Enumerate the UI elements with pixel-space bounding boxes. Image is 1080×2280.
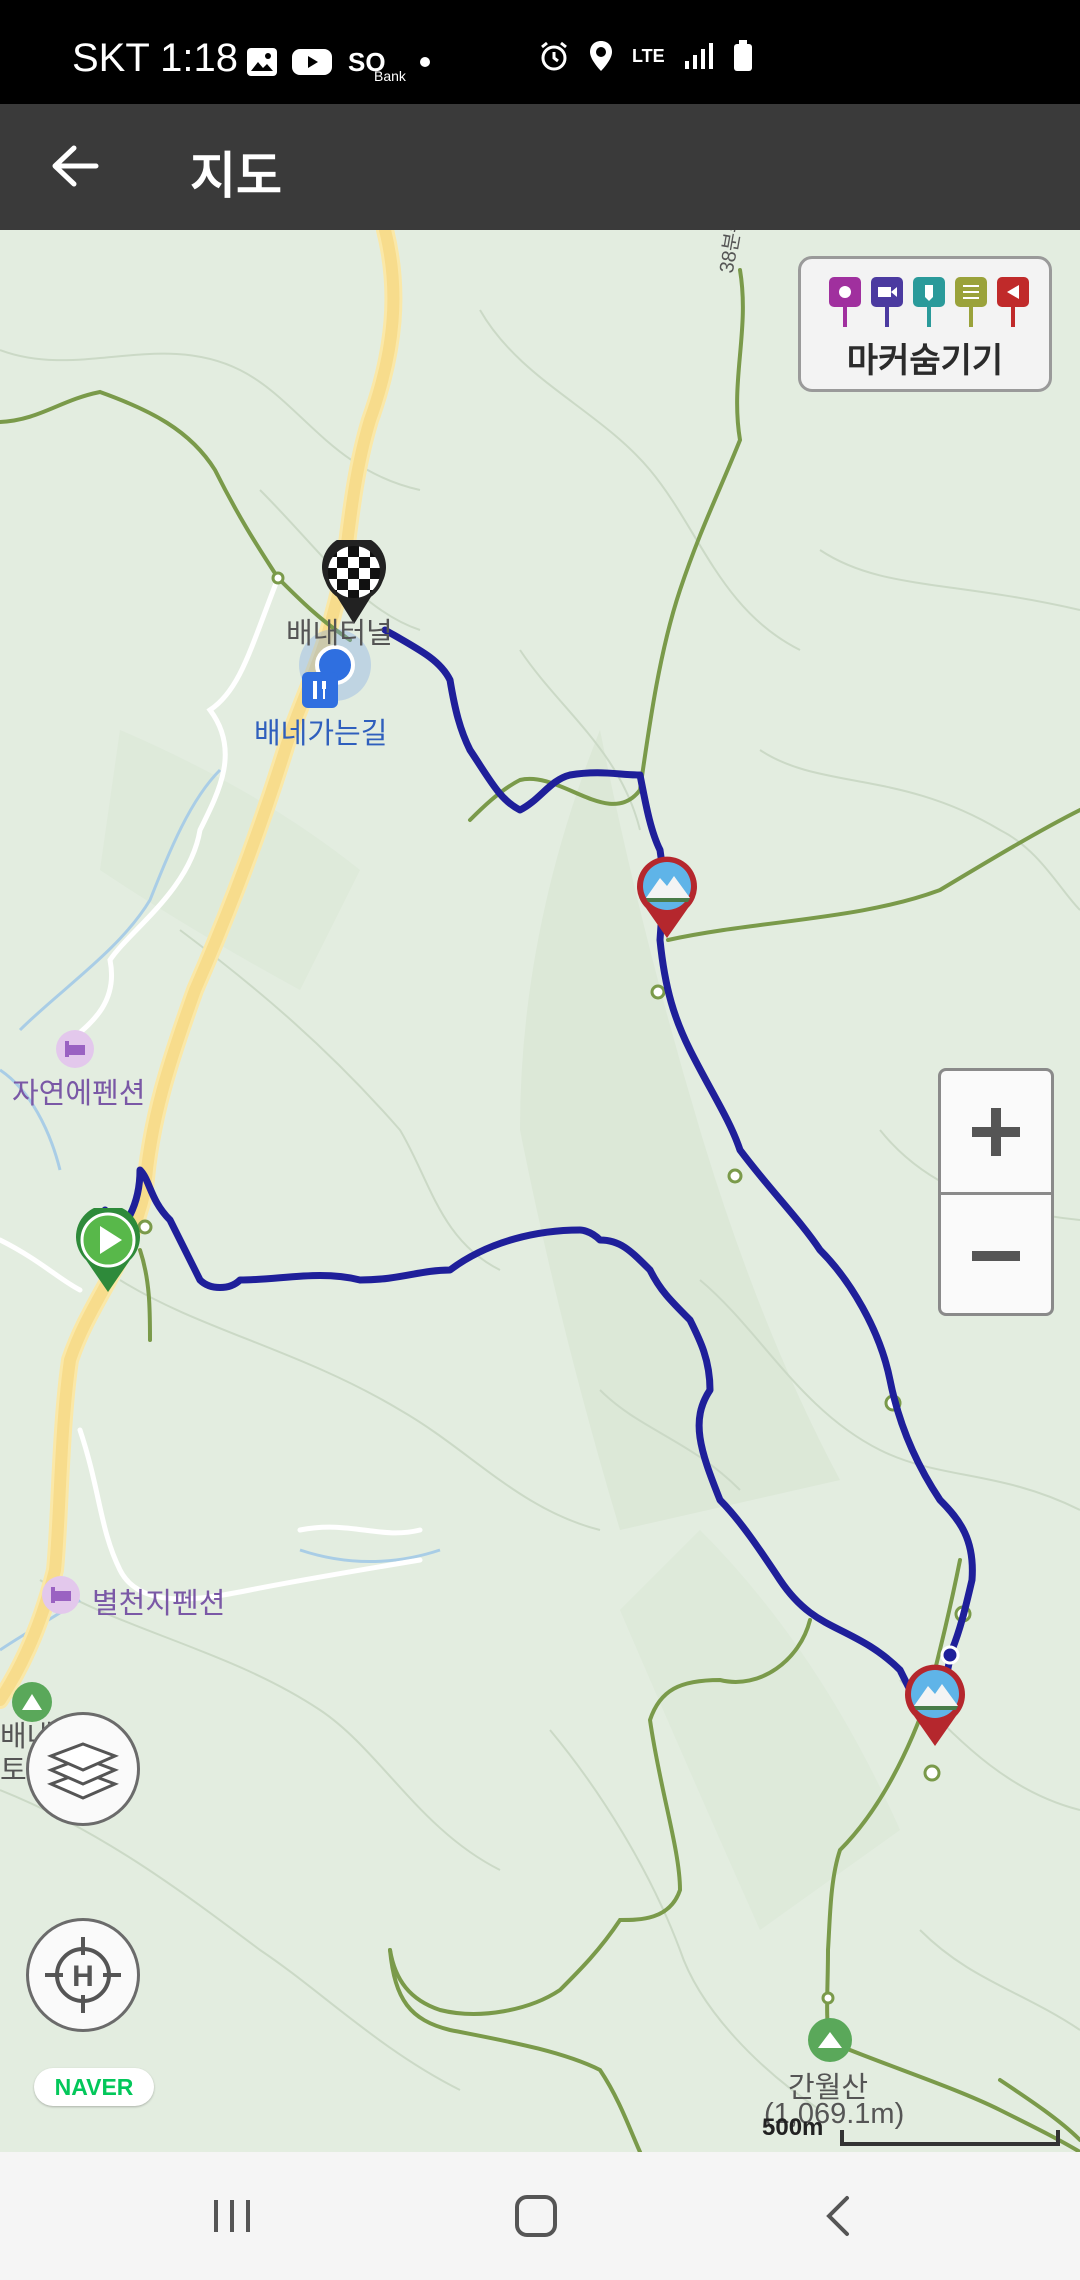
system-nav-bar — [0, 2152, 1080, 2280]
mountain-peak-poi[interactable] — [808, 2018, 852, 2062]
pension-poi-1[interactable] — [56, 1030, 94, 1068]
label-pension1: 자연에펜션 — [12, 1078, 146, 1110]
bed-icon — [51, 1587, 71, 1603]
zoom-in-button[interactable] — [941, 1071, 1051, 1195]
hide-markers-button[interactable]: 마커숨기기 — [798, 256, 1052, 392]
home-button[interactable] — [486, 2184, 586, 2248]
bank-label: Bank — [374, 68, 406, 84]
photo-marker-1[interactable] — [634, 856, 700, 940]
map-view[interactable]: 배내터널 배네가는길 자연에펜션 별천지펜션 배내골 토킨 간월산 (1,069… — [0, 230, 1080, 2152]
back-button[interactable] — [40, 128, 110, 204]
svg-text:H: H — [72, 1960, 94, 1993]
home-icon — [515, 2195, 557, 2237]
gallery-icon — [247, 48, 277, 76]
alarm-icon — [541, 41, 567, 71]
camera-pin-icon — [829, 277, 861, 327]
back-nav-button[interactable] — [788, 2184, 888, 2248]
audio-pin-icon — [913, 277, 945, 327]
zoom-control — [938, 1068, 1054, 1316]
facility-poi[interactable] — [302, 672, 338, 708]
restroom-icon — [313, 681, 326, 699]
recent-apps-icon — [214, 2200, 250, 2232]
back-arrow-icon — [52, 145, 99, 187]
minus-icon — [972, 1250, 1020, 1261]
map-canvas — [0, 230, 1080, 2152]
layers-icon — [47, 1742, 119, 1800]
hide-markers-label: 마커숨기기 — [846, 342, 1004, 380]
label-terminal: 배내터널 — [286, 618, 393, 650]
mountain-photo-pin-icon — [905, 1664, 965, 1746]
scale-bar: 500m — [762, 2114, 1062, 2148]
lte-label: LTE — [632, 45, 665, 66]
peak-icon — [818, 2032, 842, 2048]
youtube-icon — [292, 49, 332, 75]
status-bar: SKT 1:18 SOL Bank LTE — [0, 0, 1080, 104]
photo-marker-2[interactable] — [902, 1664, 968, 1748]
naver-logo: NAVER — [34, 2068, 154, 2106]
back-chevron-icon — [826, 2196, 849, 2236]
label-pension2: 별천지펜션 — [92, 1588, 226, 1620]
signal-icon — [684, 43, 713, 69]
plus-icon — [972, 1107, 1020, 1156]
crosshair-home-icon: H — [45, 1937, 121, 2013]
location-icon — [590, 41, 612, 71]
recent-apps-button[interactable] — [182, 2184, 282, 2248]
scale-ruler-icon — [840, 2130, 1060, 2146]
play-start-icon — [76, 1204, 140, 1292]
carrier-time: SKT 1:18 — [72, 36, 239, 80]
memo-pin-icon — [955, 277, 987, 327]
video-pin-icon — [871, 277, 903, 327]
flag-pin-icon — [997, 277, 1029, 327]
bed-icon — [65, 1041, 85, 1057]
battery-icon — [733, 40, 752, 71]
pension-poi-2[interactable] — [42, 1576, 80, 1614]
app-header: 지도 — [0, 104, 1080, 230]
campsite-poi[interactable] — [12, 1682, 52, 1722]
home-location-button[interactable]: H — [26, 1918, 140, 2032]
page-title: 지도 — [190, 148, 282, 204]
zoom-out-button[interactable] — [941, 1195, 1051, 1313]
mountain-photo-pin-icon — [637, 856, 697, 938]
map-layers-button[interactable] — [26, 1712, 140, 1826]
tent-icon — [22, 1694, 42, 1710]
label-route-name: 배네가는길 — [254, 718, 388, 750]
start-marker[interactable] — [72, 1204, 144, 1294]
dot-icon — [419, 57, 430, 67]
